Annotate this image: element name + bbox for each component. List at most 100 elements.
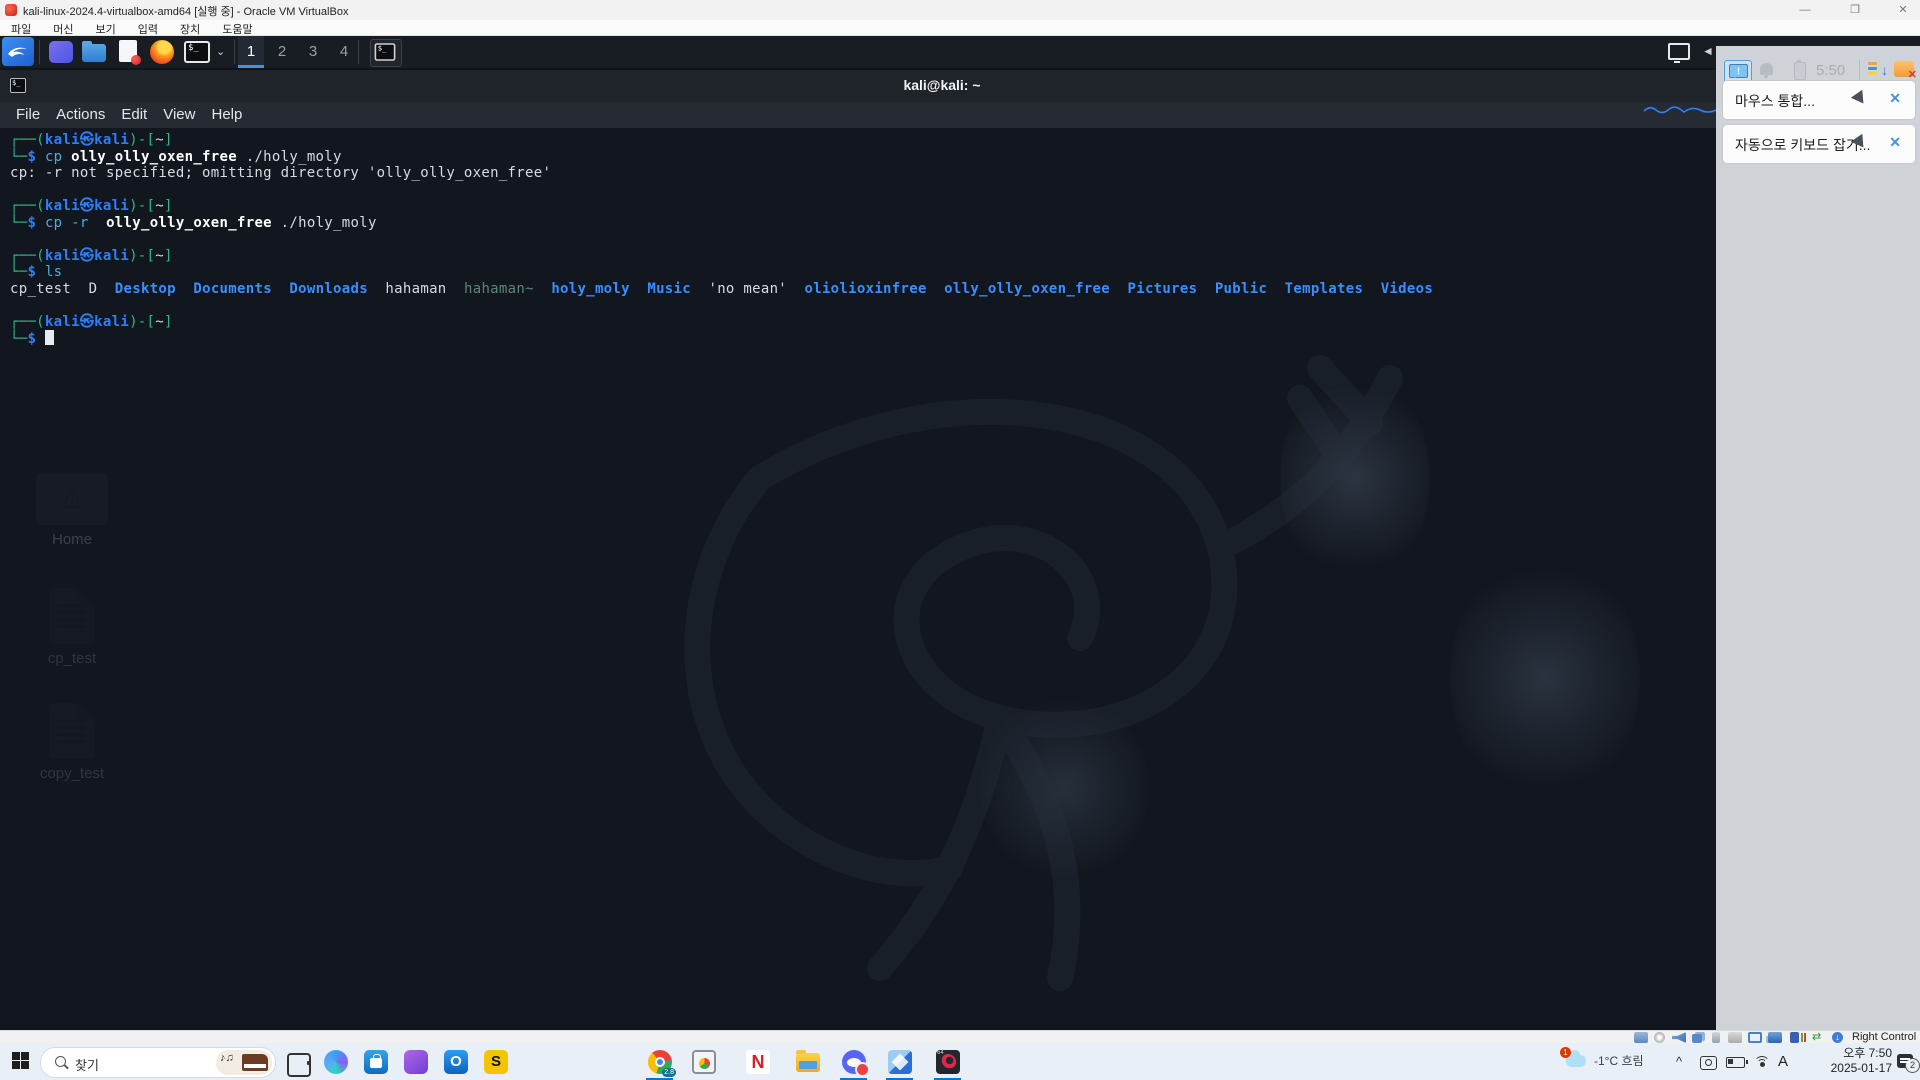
discard-all-button[interactable] (1894, 61, 1917, 81)
kali-dragon-icon (8, 47, 27, 57)
search-box[interactable]: 찾기 ♪♫ (40, 1047, 276, 1078)
workspace-4[interactable]: 4 (331, 36, 357, 68)
kali-vm-window-icon: 64 (936, 1050, 960, 1074)
desktop-icon-Home[interactable]: Home (20, 473, 124, 548)
taskbar-icon-discord[interactable] (840, 1050, 870, 1080)
mouse-integration-icon[interactable]: ⇄ (1812, 1032, 1826, 1043)
terminal-icon: $_ (374, 43, 396, 61)
app-s-icon: S (484, 1050, 508, 1074)
document-icon (119, 40, 141, 65)
purple-app-icon (49, 41, 73, 63)
taskbar-icon-virtualbox[interactable] (886, 1050, 913, 1080)
launcher-file-manager[interactable] (82, 40, 108, 64)
notification-card[interactable]: 자동으로 키보드 잡기... ✕ (1722, 124, 1916, 164)
taskbar-icon-task-view[interactable] (284, 1050, 311, 1077)
launcher-terminal[interactable]: $_ (184, 40, 210, 64)
taskbar-window-button-terminal[interactable]: $_ (370, 39, 402, 67)
taskbar-icon-copilot[interactable] (324, 1050, 348, 1074)
terminal-body[interactable]: Home cp_test copy_test ┌──(kali㉿kali)-[~… (0, 128, 1920, 1030)
file-icon (49, 588, 95, 644)
battery-icon (1794, 60, 1806, 80)
restore-button[interactable]: ❐ (1840, 2, 1870, 18)
kali-menu-button[interactable] (2, 37, 34, 66)
shared-folders-icon[interactable] (1728, 1032, 1742, 1043)
workspace-1[interactable]: 1 (238, 36, 264, 68)
search-placeholder: 찾기 (75, 1058, 99, 1073)
close-button[interactable]: ✕ (1888, 2, 1918, 18)
workspace-2[interactable]: 2 (269, 36, 295, 68)
music-notes-icon: ♪♫ (220, 1052, 234, 1064)
wifi-icon[interactable] (1754, 1056, 1770, 1068)
chrome-window-icon (692, 1050, 716, 1074)
terminal-menu-help[interactable]: Help (211, 102, 242, 128)
taskbar-icon-netflix[interactable]: N (746, 1050, 770, 1074)
folder-icon (82, 41, 106, 62)
ime-indicator[interactable]: A (1778, 1043, 1788, 1080)
badge: 2.8 (662, 1068, 676, 1077)
weather-text[interactable]: -1°C 흐림 (1594, 1043, 1644, 1080)
hdd-icon[interactable] (1634, 1032, 1648, 1043)
taskbar-icon-chrome-window[interactable] (692, 1050, 716, 1074)
desktop-icon-label: copy_test (39, 765, 105, 782)
virtualbox-menubar: 파일 머신 보기 입력 장치 도움말 (0, 20, 1920, 36)
terminal-menu-view[interactable]: View (163, 102, 195, 128)
optical-disc-icon[interactable] (1654, 1032, 1665, 1043)
taskbar-icon-microsoft-store[interactable] (364, 1050, 388, 1074)
notification-center-icon[interactable]: 2 (1897, 1054, 1920, 1073)
clock[interactable]: 오후 7:50 2025-01-17 (1800, 1046, 1892, 1076)
weather-icon[interactable]: 1 (1560, 1047, 1586, 1067)
notification-card[interactable]: 마우스 통합... ✕ (1722, 80, 1916, 120)
window-title: kali-linux-2024.4-virtualbox-amd64 [실행 중… (23, 6, 349, 18)
capture-tray-icon[interactable] (1700, 1056, 1717, 1070)
kali-wallpaper-dragon (684, 355, 1403, 991)
recording-icon[interactable] (1768, 1032, 1782, 1043)
volume-icon[interactable]: ◄ (1702, 44, 1714, 58)
minimize-button[interactable]: — (1790, 2, 1820, 18)
usb-icon[interactable] (1712, 1032, 1720, 1043)
launcher-text-editor[interactable] (116, 40, 142, 65)
tray-chevron-icon[interactable]: ^ (1676, 1043, 1682, 1080)
activity-bars-icon (1801, 1033, 1803, 1042)
taskbar-icon-outlook[interactable]: O (444, 1050, 468, 1074)
start-button[interactable] (12, 1052, 29, 1069)
taskbar-icon-chrome[interactable]: 2.8 (646, 1050, 676, 1080)
bell-icon[interactable] (1760, 63, 1773, 78)
battery-tray-icon[interactable] (1726, 1057, 1748, 1068)
desktop-icon-cp_test[interactable]: cp_test (20, 588, 124, 667)
launcher-app-purple[interactable] (48, 40, 74, 64)
taskbar-icon-file-explorer[interactable] (796, 1050, 820, 1074)
auto-resize-icon[interactable]: ↓ (1832, 1032, 1843, 1043)
vm-indicator-icon[interactable] (1790, 1032, 1799, 1043)
separator (1859, 60, 1860, 80)
taskbar-icon-kali-vm-window[interactable]: 64 (934, 1050, 961, 1080)
panel-clock[interactable]: 5:50 (1816, 62, 1845, 79)
terminal-menu-edit[interactable]: Edit (121, 102, 147, 128)
notification-badge: 2 (1905, 1058, 1920, 1073)
display-icon[interactable] (1748, 1032, 1762, 1043)
notification-close-icon[interactable]: ✕ (1889, 134, 1901, 151)
weather-badge: 1 (1560, 1047, 1571, 1058)
sort-descending-button[interactable]: ↓ (1868, 61, 1888, 79)
terminal-window: $_ kali@kali: ~ File Actions Edit View Help (0, 70, 1920, 1030)
notification-close-icon[interactable]: ✕ (1889, 90, 1901, 107)
display-tray-icon[interactable] (1668, 43, 1690, 63)
taskbar-icon-microsoft-365[interactable] (404, 1050, 428, 1074)
taskbar-icon-app-s[interactable]: S (484, 1050, 508, 1074)
terminal-menu-file[interactable]: File (16, 102, 40, 128)
desktop-icon-copy_test[interactable]: copy_test (20, 703, 124, 782)
chevron-down-icon[interactable]: ⌄ (216, 45, 225, 58)
audio-icon[interactable] (1672, 1032, 1686, 1043)
screen: kali-linux-2024.4-virtualbox-amd64 [실행 중… (0, 0, 1920, 1080)
network-icon[interactable] (1692, 1034, 1702, 1043)
outlook-icon: O (444, 1050, 468, 1074)
notification-text: 마우스 통합... (1735, 93, 1815, 109)
launcher-firefox[interactable] (150, 40, 176, 64)
workspace-3[interactable]: 3 (300, 36, 326, 68)
notification-text: 자동으로 키보드 잡기... (1735, 137, 1871, 153)
desktop-icon-label: cp_test (47, 650, 97, 667)
terminal-menu-actions[interactable]: Actions (56, 102, 105, 128)
microsoft-365-icon (404, 1050, 428, 1074)
virtualbox-app-icon (5, 4, 17, 16)
search-highlight-image[interactable]: ♪♫ (216, 1050, 272, 1075)
terminal-titlebar[interactable]: $_ kali@kali: ~ (0, 70, 1920, 103)
